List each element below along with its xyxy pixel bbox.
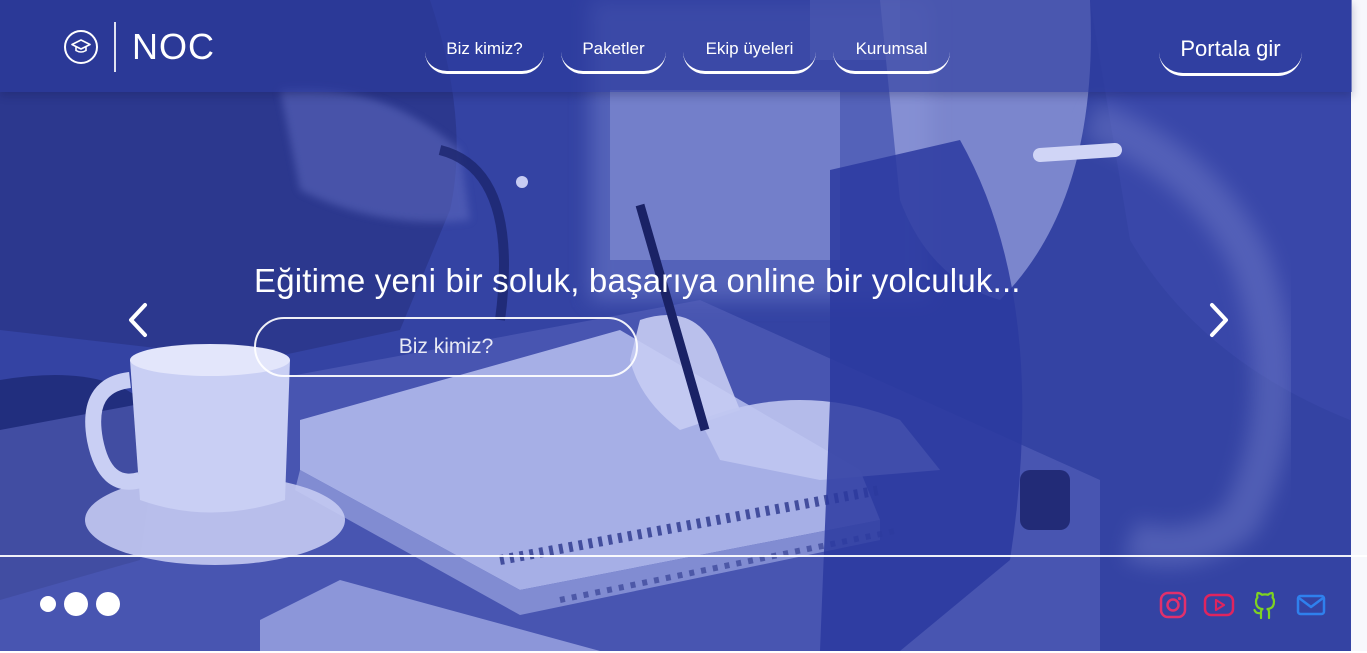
- hero-headline: Eğitime yeni bir soluk, başarıya online …: [254, 262, 1021, 299]
- site-header: NOC Biz kimiz? Paketler Ekip üyeleri Kur…: [0, 0, 1352, 92]
- instagram-icon: [1159, 591, 1187, 619]
- brand-logo[interactable]: NOC: [64, 22, 215, 72]
- brand-name: NOC: [132, 26, 215, 67]
- hero-background-image: [0, 0, 1367, 651]
- logo-divider: [114, 22, 116, 72]
- carousel-dot-3[interactable]: [96, 592, 120, 616]
- carousel-dot-2[interactable]: [64, 592, 88, 616]
- github-link[interactable]: [1249, 589, 1281, 621]
- mail-link[interactable]: [1295, 589, 1327, 621]
- mail-icon: [1296, 594, 1326, 616]
- graduation-cap-icon: [64, 30, 98, 64]
- carousel-prev-button[interactable]: [118, 298, 158, 342]
- nav-item-paketler[interactable]: Paketler: [561, 26, 666, 74]
- chevron-right-icon: [1210, 303, 1228, 337]
- social-links: [1157, 589, 1341, 621]
- carousel-dot-1[interactable]: [40, 596, 56, 612]
- instagram-link[interactable]: [1157, 589, 1189, 621]
- carousel-indicators: [40, 592, 128, 616]
- hero-section: [0, 0, 1367, 651]
- youtube-icon: [1203, 593, 1235, 617]
- youtube-link[interactable]: [1203, 589, 1235, 621]
- github-icon: [1253, 591, 1276, 620]
- chevron-left-icon: [129, 303, 147, 337]
- nav-item-biz-kimiz[interactable]: Biz kimiz?: [425, 26, 544, 74]
- hero-cta-button[interactable]: Biz kimiz?: [254, 317, 638, 377]
- footer-divider: [0, 555, 1367, 557]
- nav-item-ekip-uyeleri[interactable]: Ekip üyeleri: [683, 26, 816, 74]
- carousel-next-button[interactable]: [1199, 298, 1239, 342]
- page-edge: [1351, 0, 1367, 651]
- portal-login-button[interactable]: Portala gir: [1159, 24, 1302, 76]
- nav-item-kurumsal[interactable]: Kurumsal: [833, 26, 950, 74]
